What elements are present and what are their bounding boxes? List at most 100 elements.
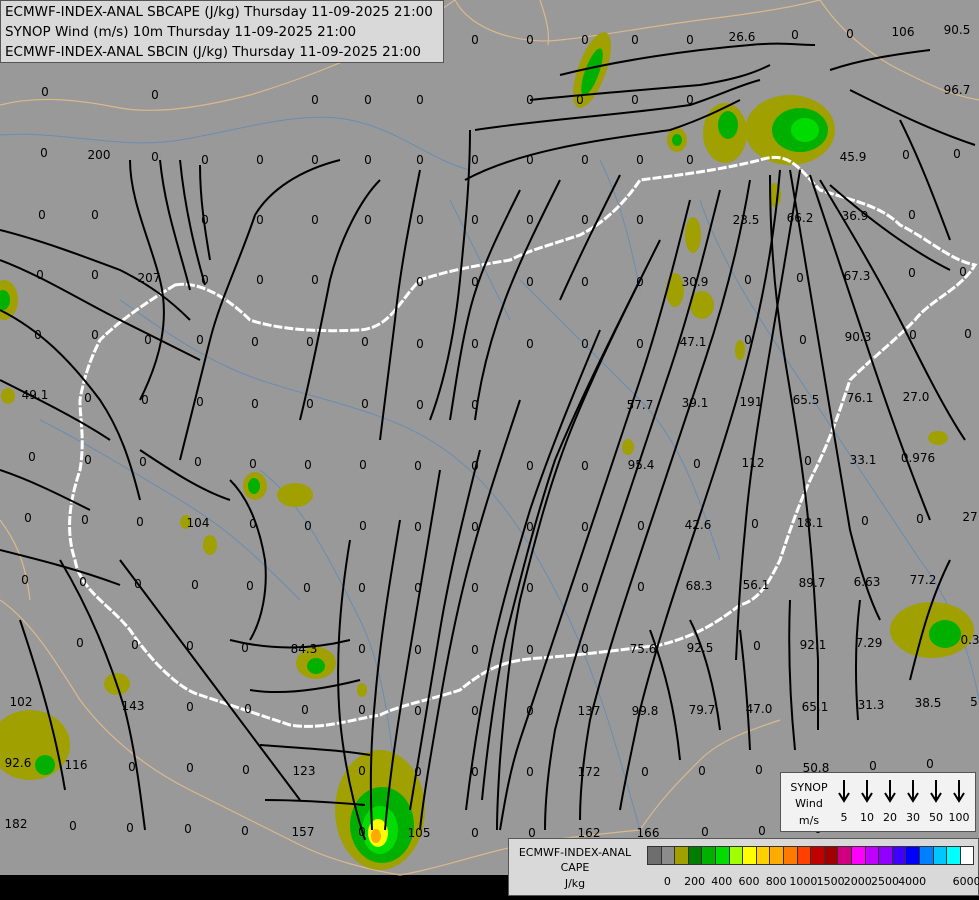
value-label: 0 [416,93,424,107]
value-label: 0 [41,85,49,99]
value-label: 0 [304,519,312,533]
value-label: 0 [581,581,589,595]
value-label: 0 [631,33,639,47]
value-label: 0 [306,397,314,411]
title-sbcape: ECMWF-INDEX-ANAL SBCAPE (J/kg) Thursday … [5,4,433,20]
value-label: 0 [414,459,422,473]
cape-color-swatch [851,846,866,865]
value-label: 57.7 [627,398,654,412]
value-label: 5 [970,695,978,709]
value-label: 0 [303,581,311,595]
value-label: 0 [184,822,192,836]
value-label: 7.29 [856,636,883,650]
value-label: 191 [740,395,763,409]
value-label: 0 [861,514,869,528]
value-label: 0 [953,147,961,161]
value-label: 172 [578,765,601,779]
value-label: 0 [744,273,752,287]
cape-color-swatch [769,846,784,865]
value-label: 38.5 [915,696,942,710]
value-label: 0 [34,328,42,342]
value-label: 23.5 [733,213,760,227]
value-label: 90.3 [845,330,872,344]
value-label: 0 [526,704,534,718]
value-label: 0 [242,763,250,777]
value-label: 0 [311,153,319,167]
value-label: 0 [799,333,807,347]
wind-legend-title-1: SYNOP [790,781,828,794]
value-label: 0 [526,33,534,47]
value-label: 143 [122,699,145,713]
value-label: 0 [804,454,812,468]
value-label: 0 [201,273,209,287]
cape-tick-label: 6000 [952,875,979,888]
cape-color-swatch [701,846,716,865]
value-label: 0 [416,153,424,167]
cape-color-swatch [742,846,757,865]
value-label: 0 [636,275,644,289]
value-label: 92.1 [800,638,827,652]
weather-map: 0 0 0 0 00 0 0 0 0 26.6 0 0 106 90.50 0 0 096.70 200 0 0 0 0 0… [0,0,979,900]
value-label: 0 [471,459,479,473]
value-label: 0 [471,704,479,718]
wind-legend: SYNOP Wind m/s 5 10 20 30 50 100 [780,772,976,832]
value-label: 0 [251,335,259,349]
value-label: 0 [686,93,694,107]
value-label: 27.0 [903,390,930,404]
value-label: 0 [361,335,369,349]
value-label: 95.4 [628,458,655,472]
value-label: 0 [581,213,589,227]
value-label: 0 [908,208,916,222]
value-label: 0 [134,577,142,591]
value-label: 0 [201,213,209,227]
wind-arrow-icon [883,779,897,803]
cape-color-swatch [810,846,825,865]
value-label: 0 [244,702,252,716]
value-label: 79.7 [689,703,716,717]
value-label: 42.6 [685,518,712,532]
value-label: 0 [84,391,92,405]
value-label: 0 [186,761,194,775]
value-label: 0 [241,824,249,838]
cape-color-swatch [878,846,893,865]
cape-color-swatch [823,846,839,865]
value-label: 0 [641,765,649,779]
value-label: 0 [144,333,152,347]
cape-tick-label: 4000 [898,875,927,888]
value-label: 0 [191,578,199,592]
title-sbcin: ECMWF-INDEX-ANAL SBCIN (J/kg) Thursday 1… [5,44,421,60]
value-label: 0 [471,213,479,227]
value-label: 0 [471,275,479,289]
value-label: 0 [246,579,254,593]
value-label: 0 [69,819,77,833]
cape-tick-label: 200 [684,875,706,888]
wind-arrow-icon [929,779,943,803]
value-label: 0 [358,642,366,656]
value-label: 77.2 [910,573,937,587]
value-label: 0 [416,213,424,227]
value-label: 0 [40,146,48,160]
value-label: 45.9 [840,150,867,164]
value-label: 0 [304,458,312,472]
value-label: 0 [241,641,249,655]
value-label: 0 [364,93,372,107]
cape-tick-label: 1000 [789,875,818,888]
value-label: 92.6 [5,756,32,770]
value-label: 0 [359,519,367,533]
value-label: 0 [201,153,209,167]
cape-color-swatch [728,846,744,865]
cape-color-swatch [647,846,662,865]
value-label: 0 [526,581,534,595]
value-label: 68.3 [686,579,713,593]
cape-color-swatch [891,846,907,865]
value-label: 104 [187,516,210,530]
value-label: 0 [256,153,264,167]
value-label: 0 [471,581,479,595]
wind-speed-label: 5 [840,811,848,824]
title-synop-wind: SYNOP Wind (m/s) 10m Thursday 11-09-2025… [5,24,357,40]
value-label: 0 [139,455,147,469]
value-label: 0 [636,337,644,351]
value-label: 0 [194,455,202,469]
value-label: 47.0 [746,702,773,716]
value-label: 65.5 [793,393,820,407]
